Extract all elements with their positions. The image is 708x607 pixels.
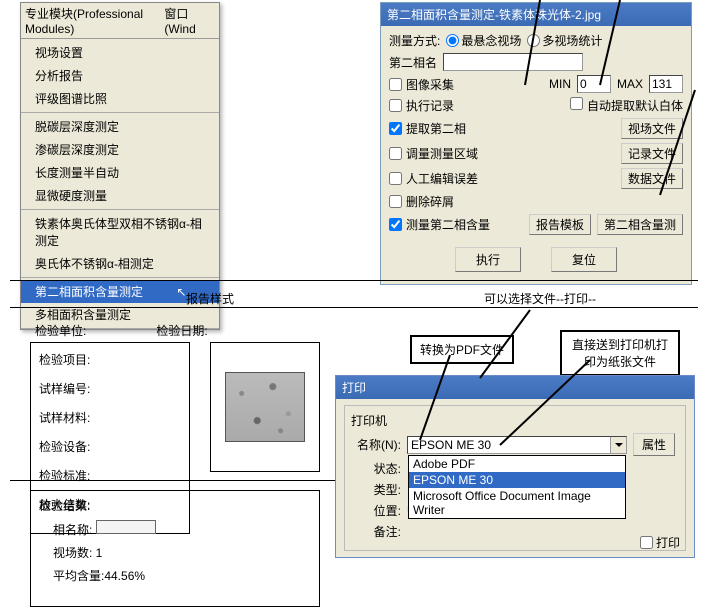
min-label: MIN <box>549 77 571 91</box>
menu-item[interactable]: 脱碳层深度测定 <box>21 115 219 138</box>
menu-item[interactable]: 视场设置 <box>21 41 219 64</box>
result-row: 相名称: <box>53 520 311 538</box>
report-header: 检验单位: 检验日期: <box>35 322 278 339</box>
report-result-box: 检验结果: 相名称: 视场数: 1 平均含量:44.56% <box>30 490 320 607</box>
auto-extract[interactable]: 自动提取默认白体 <box>570 97 683 114</box>
measurement-dialog: 第二相面积含量测定-铁素体珠光体-2.jpg 测量方式: 最悬念视场 多视场统计… <box>380 2 692 285</box>
radio-option-2[interactable]: 多视场统计 <box>527 32 602 49</box>
dropdown-item[interactable]: Microsoft Office Document Image Writer <box>409 488 625 518</box>
result-row: 平均含量:44.56% <box>53 567 311 584</box>
printer-group-label: 打印机 <box>351 412 679 429</box>
dropdown-item-selected[interactable]: EPSON ME 30 <box>409 472 625 488</box>
reset-button[interactable]: 复位 <box>551 247 617 272</box>
print-to-file[interactable]: 打印 <box>640 534 680 551</box>
max-input[interactable] <box>649 75 683 93</box>
phase-name-input[interactable] <box>443 53 583 71</box>
execute-button[interactable]: 执行 <box>455 247 521 272</box>
chk-measure[interactable] <box>389 218 402 231</box>
chk-extract[interactable] <box>389 122 402 135</box>
print-dialog-title: 打印 <box>336 376 694 399</box>
status-label: 状态: <box>351 460 401 477</box>
measure-label: 测量方式: <box>389 32 440 49</box>
chk-label: 测量第二相含量 <box>406 216 490 233</box>
menu-header: 专业模块(Professional Modules) 窗口(Wind <box>21 3 219 39</box>
chk-label: 人工编辑误差 <box>406 170 478 187</box>
chk-label: 调量测量区域 <box>406 145 478 162</box>
menu-item[interactable]: 铁素体奥氏体型双相不锈钢α-相测定 <box>21 212 219 252</box>
callout-printer: 直接送到打印机打印为纸张文件 <box>560 330 680 376</box>
report-unit-label: 检验单位: <box>35 322 86 339</box>
type-label: 类型: <box>351 481 401 498</box>
note-label: 备注: <box>351 523 401 540</box>
printer-dropdown: Adobe PDF EPSON ME 30 Microsoft Office D… <box>408 455 626 519</box>
phase-name-label: 第二相名 <box>389 54 437 71</box>
chk-label: 删除碎屑 <box>406 193 454 210</box>
view-file-button[interactable]: 视场文件 <box>621 118 683 139</box>
chk-label: 提取第二相 <box>406 120 466 137</box>
chk-delete[interactable] <box>389 195 402 208</box>
field: 检验标准: <box>39 467 181 484</box>
menu-item[interactable]: 分析报告 <box>21 64 219 87</box>
menu-item[interactable]: 评级图谱比照 <box>21 87 219 110</box>
radio-option-1[interactable]: 最悬念视场 <box>446 32 521 49</box>
result-row: 视场数: 1 <box>53 544 311 561</box>
report-template-button[interactable]: 报告模板 <box>529 214 591 235</box>
menu-item[interactable]: 奥氏体不锈钢α-相测定 <box>21 252 219 275</box>
chk-label: 执行记录 <box>406 97 454 114</box>
chk-region[interactable] <box>389 147 402 160</box>
menu-item[interactable]: 渗碳层深度测定 <box>21 138 219 161</box>
location-label: 位置: <box>351 502 401 519</box>
radio1[interactable] <box>446 34 459 47</box>
combo-value: EPSON ME 30 <box>411 438 491 452</box>
phase-name-display <box>96 520 156 534</box>
field: 检验项目: <box>39 351 181 368</box>
chk-edit[interactable] <box>389 172 402 185</box>
chk-record[interactable] <box>389 99 402 112</box>
field: 试样材料: <box>39 409 181 426</box>
result-title: 检验结果: <box>39 497 311 514</box>
chk-auto[interactable] <box>570 97 583 110</box>
microstructure-image <box>225 372 305 442</box>
printer-group: 打印机 名称(N): EPSON ME 30 Adobe PDF EPSON M… <box>344 405 686 551</box>
field: 检验设备: <box>39 438 181 455</box>
report-style-label: 报告样式 <box>120 290 300 308</box>
callout-pdf: 转换为PDF文件 <box>410 335 514 364</box>
divider <box>10 280 698 281</box>
max-label: MAX <box>617 77 643 91</box>
file-print-label: 可以选择文件--打印-- <box>440 290 640 308</box>
printer-combo[interactable]: EPSON ME 30 Adobe PDF EPSON ME 30 Micros… <box>407 436 627 454</box>
min-input[interactable] <box>577 75 611 93</box>
dialog-title: 第二相面积含量测定-铁素体珠光体-2.jpg <box>381 3 691 26</box>
menu-item[interactable]: 显微硬度测量 <box>21 184 219 207</box>
print-dialog: 打印 打印机 名称(N): EPSON ME 30 Adobe PDF EPSO… <box>335 375 695 558</box>
chk-capture[interactable] <box>389 78 402 91</box>
properties-button[interactable]: 属性 <box>633 433 675 456</box>
radio2[interactable] <box>527 34 540 47</box>
data-file-button[interactable]: 数据文件 <box>621 168 683 189</box>
chk-print-file[interactable] <box>640 536 653 549</box>
chevron-down-icon[interactable] <box>610 437 626 453</box>
menu-header-window[interactable]: 窗口(Wind <box>164 5 207 36</box>
menu-item[interactable]: 长度测量半自动 <box>21 161 219 184</box>
record-file-button[interactable]: 记录文件 <box>621 143 683 164</box>
name-label: 名称(N): <box>351 436 401 453</box>
menu-header-modules[interactable]: 专业模块(Professional Modules) <box>25 5 156 36</box>
report-date-label: 检验日期: <box>156 322 207 339</box>
divider <box>10 307 698 308</box>
chk-label: 图像采集 <box>406 76 454 93</box>
content-meas-button[interactable]: 第二相含量测 <box>597 214 683 235</box>
report-image-box <box>210 342 320 472</box>
field: 试样编号: <box>39 380 181 397</box>
divider <box>10 480 350 481</box>
dropdown-item[interactable]: Adobe PDF <box>409 456 625 472</box>
measure-mode-row: 测量方式: 最悬念视场 多视场统计 <box>389 32 683 49</box>
